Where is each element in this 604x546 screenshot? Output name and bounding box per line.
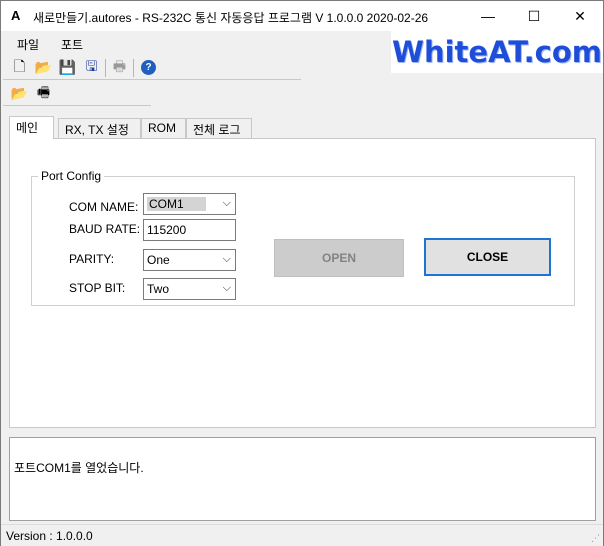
save-as-icon[interactable]: 🖫	[83, 58, 100, 76]
maximize-button[interactable]: ☐	[511, 1, 557, 31]
tab-main[interactable]: 메인	[9, 116, 54, 139]
baud-rate-label: BAUD RATE:	[69, 222, 141, 236]
help-icon[interactable]: ?	[141, 60, 156, 75]
open-folder-icon[interactable]: 📂	[35, 59, 52, 76]
chevron-down-icon: ⌵	[222, 197, 231, 209]
parity-label: PARITY:	[69, 252, 115, 266]
main-window: A 새로만들기.autores - RS-232C 통신 자동응답 프로그램 V…	[0, 0, 604, 546]
baud-rate-value: 115200	[147, 223, 187, 237]
tab-full-log[interactable]: 전체 로그	[186, 118, 252, 138]
stop-bit-label: STOP BIT:	[69, 281, 126, 295]
serial-port-icon[interactable]: 🖷	[35, 84, 52, 102]
resize-grip-icon[interactable]: ⋰	[591, 533, 600, 544]
version-status: Version : 1.0.0.0	[6, 529, 93, 543]
tab-rx-tx-settings[interactable]: RX, TX 설정	[58, 118, 141, 138]
app-icon: A	[11, 8, 21, 23]
close-window-button[interactable]: ✕	[557, 1, 603, 31]
log-line: 포트COM1를 열었습니다.	[14, 461, 144, 475]
port-config-title: Port Config	[38, 169, 105, 183]
tab-rom[interactable]: ROM	[141, 118, 186, 138]
open-port-button[interactable]: OPEN	[274, 239, 404, 277]
main-toolbar: 🗋 📂 💾 🖫 🖶 ?	[3, 56, 301, 80]
title-bar[interactable]: A 새로만들기.autores - RS-232C 통신 자동응답 프로그램 V…	[1, 1, 603, 31]
parity-select[interactable]: One ⌵	[143, 249, 236, 271]
toolbar-separator	[105, 59, 106, 77]
toolbar-separator	[133, 59, 134, 77]
com-name-value: COM1	[147, 197, 206, 211]
window-title: 새로만들기.autores - RS-232C 통신 자동응답 프로그램 V 1…	[33, 11, 429, 25]
stop-bit-select[interactable]: Two ⌵	[143, 278, 236, 300]
com-name-label: COM NAME:	[69, 200, 139, 214]
port-config-group: Port Config COM NAME: COM1 ⌵ BAUD RATE: …	[31, 169, 575, 306]
new-file-icon[interactable]: 🗋	[11, 58, 28, 76]
open-port-folder-icon[interactable]: 📂	[11, 85, 28, 102]
stop-bit-value: Two	[147, 282, 170, 296]
minimize-button[interactable]: —	[465, 1, 511, 31]
save-icon[interactable]: 💾	[59, 59, 76, 76]
baud-rate-input[interactable]: 115200	[143, 219, 236, 241]
whiteat-logo: WhiteAT.com	[391, 31, 603, 73]
close-port-button[interactable]: CLOSE	[424, 238, 551, 276]
log-output[interactable]: 포트COM1를 열었습니다.	[9, 437, 596, 521]
port-toolbar: 📂 🖷	[3, 82, 151, 106]
chevron-down-icon: ⌵	[222, 253, 231, 265]
print-icon[interactable]: 🖶	[111, 58, 128, 76]
com-name-select[interactable]: COM1 ⌵	[143, 193, 236, 215]
chevron-down-icon: ⌵	[222, 282, 231, 294]
parity-value: One	[147, 253, 170, 267]
status-bar: Version : 1.0.0.0 ⋰	[1, 524, 603, 546]
menu-port[interactable]: 포트	[61, 36, 83, 53]
menu-file[interactable]: 파일	[17, 36, 39, 53]
main-tab-panel: Port Config COM NAME: COM1 ⌵ BAUD RATE: …	[9, 138, 596, 428]
